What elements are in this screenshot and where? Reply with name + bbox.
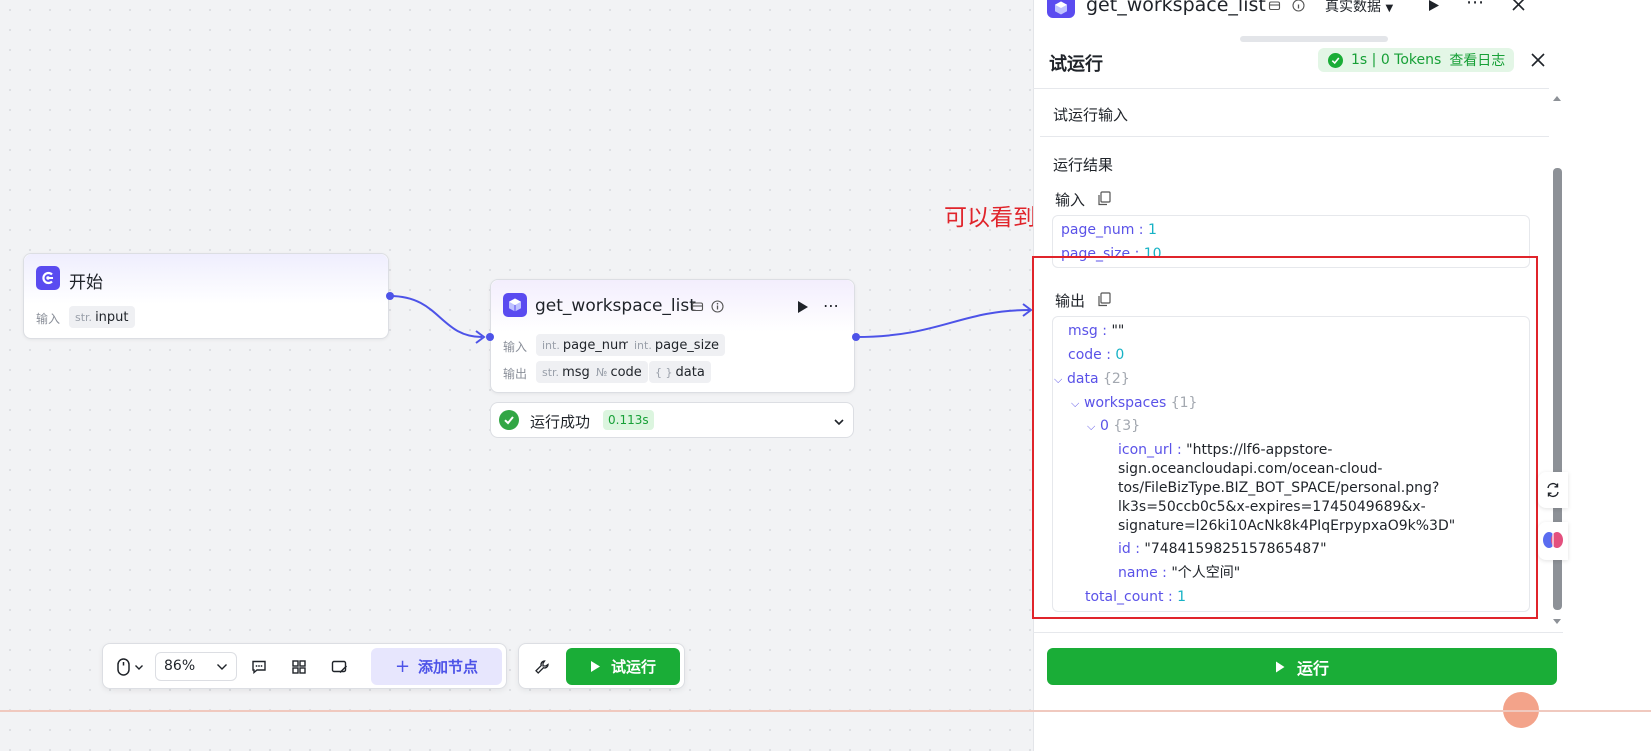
data-source-select[interactable]: 真实数据 ▼ xyxy=(1325,0,1393,16)
run-button[interactable]: 运行 xyxy=(1047,648,1557,685)
plugin-cube-icon xyxy=(503,293,527,317)
side-assistant-button[interactable] xyxy=(1538,522,1568,560)
scroll-down-icon xyxy=(1553,619,1561,624)
chevron-down-icon[interactable] xyxy=(833,413,845,432)
info-icon[interactable] xyxy=(711,298,724,317)
start-node-title: 开始 xyxy=(69,273,103,293)
wrench-icon[interactable] xyxy=(531,656,553,678)
brain-icon xyxy=(1543,532,1563,548)
minimap-icon[interactable] xyxy=(328,656,350,678)
success-check-icon xyxy=(1328,52,1343,68)
tool-output-tag: { } data xyxy=(649,361,711,383)
storage-icon xyxy=(691,298,704,317)
more-icon[interactable]: ⋯ xyxy=(823,296,840,315)
side-tool-button[interactable] xyxy=(1538,472,1568,508)
bottom-border xyxy=(0,710,1651,712)
tool-node-title: get_workspace_list xyxy=(535,296,696,316)
run-status-text: 运行成功 xyxy=(530,413,591,431)
mouse-icon xyxy=(116,658,130,676)
add-node-button[interactable]: + 添加节点 xyxy=(371,648,502,685)
success-check-icon xyxy=(499,410,519,430)
play-icon[interactable] xyxy=(1428,0,1440,17)
duration-badge: 0.113s xyxy=(603,410,654,430)
more-icon[interactable]: ⋯ xyxy=(1466,0,1484,13)
storage-icon xyxy=(1268,0,1281,17)
result-input-label: 输入 xyxy=(1055,191,1086,209)
start-output-port[interactable] xyxy=(386,292,394,300)
tool-input-port[interactable] xyxy=(486,333,494,341)
mouse-mode-button[interactable] xyxy=(112,655,148,679)
start-node[interactable]: 开始 输入 str. input xyxy=(23,253,389,339)
tool-output-label: 输出 xyxy=(503,367,528,381)
run-node-icon[interactable] xyxy=(797,299,809,318)
tool-input-tag: int. page_size xyxy=(628,334,726,356)
tool-output-tag: № code xyxy=(590,361,648,383)
panel-node-title: get_workspace_list xyxy=(1086,0,1266,16)
json-line: page_num : 1 xyxy=(1061,222,1157,238)
trial-input-section[interactable]: 试运行输入 xyxy=(1053,104,1128,125)
tool-input-label: 输入 xyxy=(503,340,528,354)
start-input-tag: str. input xyxy=(69,306,135,328)
run-result-title: 运行结果 xyxy=(1053,156,1114,174)
divider xyxy=(1033,88,1549,89)
tool-input-tag: int. page_num xyxy=(536,334,637,356)
copy-icon[interactable] xyxy=(1097,191,1111,210)
close-icon[interactable] xyxy=(1531,52,1545,71)
highlight-box xyxy=(1032,256,1538,619)
panel-title: 试运行 xyxy=(1049,54,1103,75)
tool-output-port[interactable] xyxy=(852,333,860,341)
view-log-link[interactable]: 查看日志 xyxy=(1449,50,1505,70)
tool-output-tag: str. msg xyxy=(536,361,596,383)
play-icon xyxy=(590,661,600,672)
play-icon xyxy=(1275,661,1285,672)
zoom-select[interactable]: 86% xyxy=(155,652,237,681)
node-run-status[interactable]: 运行成功 0.113s xyxy=(490,402,854,438)
plus-icon: + xyxy=(394,656,411,677)
close-icon[interactable] xyxy=(1512,0,1525,16)
tool-node[interactable]: get_workspace_list ⋯ 输入 int. page_num int… xyxy=(490,279,855,393)
divider xyxy=(1033,632,1563,633)
info-icon[interactable] xyxy=(1292,0,1305,17)
refresh-icon xyxy=(1547,482,1559,498)
comment-icon[interactable] xyxy=(248,656,270,678)
start-icon xyxy=(36,266,60,290)
layout-icon[interactable] xyxy=(288,656,310,678)
divider xyxy=(1040,136,1549,137)
chevron-down-icon xyxy=(217,664,227,670)
start-input-label: 输入 xyxy=(36,312,61,326)
plugin-cube-icon xyxy=(1047,0,1075,18)
run-summary-pill: 1s | 0 Tokens 查看日志 xyxy=(1318,48,1514,72)
scroll-up-icon xyxy=(1553,96,1561,101)
drag-handle[interactable] xyxy=(1240,36,1388,42)
trial-run-button[interactable]: 试运行 xyxy=(566,648,680,685)
